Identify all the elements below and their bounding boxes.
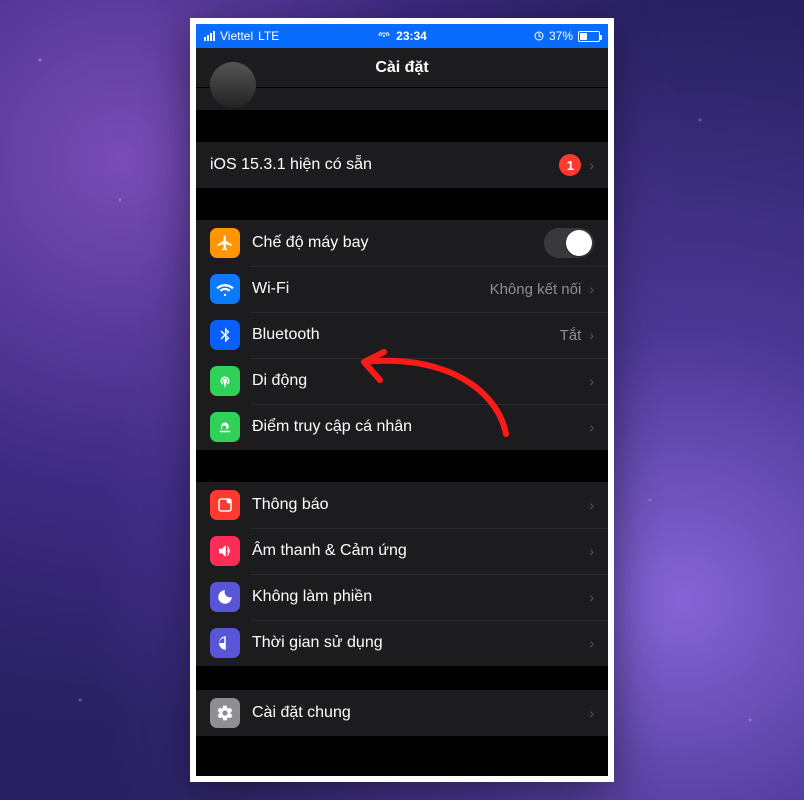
account-row[interactable]	[196, 88, 608, 110]
chevron-icon: ›	[589, 635, 594, 651]
row-general[interactable]: Cài đặt chung ›	[196, 690, 608, 736]
general-label: Cài đặt chung	[252, 704, 589, 722]
update-badge: 1	[559, 154, 581, 176]
cellular-icon	[210, 366, 240, 396]
sounds-label: Âm thanh & Cảm ứng	[252, 542, 589, 560]
row-notifications[interactable]: Thông báo ›	[196, 482, 608, 528]
bluetooth-value: Tắt	[560, 327, 582, 344]
row-bluetooth[interactable]: Bluetooth Tắt ›	[196, 312, 608, 358]
battery-percent: 37%	[549, 29, 573, 43]
row-cellular[interactable]: Di động ›	[196, 358, 608, 404]
row-hotspot[interactable]: Điểm truy cập cá nhân ›	[196, 404, 608, 450]
hotspot-icon	[210, 412, 240, 442]
sounds-icon	[210, 536, 240, 566]
chevron-icon: ›	[589, 327, 594, 343]
chevron-icon: ›	[589, 157, 594, 173]
row-sounds[interactable]: Âm thanh & Cảm ứng ›	[196, 528, 608, 574]
chevron-icon: ›	[589, 281, 594, 297]
screentime-icon	[210, 628, 240, 658]
chevron-icon: ›	[589, 543, 594, 559]
airplane-toggle[interactable]	[544, 228, 594, 258]
wifi-icon	[210, 274, 240, 304]
page-title: Cài đặt	[196, 48, 608, 88]
signal-icon	[204, 31, 215, 41]
chevron-icon: ›	[589, 419, 594, 435]
general-icon	[210, 698, 240, 728]
group-alerts: Thông báo › Âm thanh & Cảm ứng › Không l…	[196, 482, 608, 666]
row-dnd[interactable]: Không làm phiền ›	[196, 574, 608, 620]
wifi-label: Wi-Fi	[252, 280, 490, 298]
group-update: iOS 15.3.1 hiện có sẵn 1 ›	[196, 142, 608, 188]
screentime-label: Thời gian sử dụng	[252, 634, 589, 652]
chevron-icon: ›	[589, 373, 594, 389]
dnd-label: Không làm phiền	[252, 588, 589, 606]
phone-frame: Viettel LTE 23:34 37% Cài đặt iO	[190, 18, 614, 782]
row-airplane-mode[interactable]: Chế độ máy bay	[196, 220, 608, 266]
group-general: Cài đặt chung ›	[196, 690, 608, 736]
chevron-icon: ›	[589, 589, 594, 605]
bluetooth-icon	[210, 320, 240, 350]
update-label: iOS 15.3.1 hiện có sẵn	[210, 156, 559, 174]
hotspot-label: Điểm truy cập cá nhân	[252, 418, 589, 436]
group-network: Chế độ máy bay Wi-Fi Không kết nối › Blu…	[196, 220, 608, 450]
bluetooth-label: Bluetooth	[252, 326, 560, 344]
cellular-label: Di động	[252, 372, 589, 390]
screen: Viettel LTE 23:34 37% Cài đặt iO	[196, 24, 608, 776]
dnd-icon	[210, 582, 240, 612]
notifications-label: Thông báo	[252, 496, 589, 514]
network-label: LTE	[258, 29, 279, 43]
row-screentime[interactable]: Thời gian sử dụng ›	[196, 620, 608, 666]
chevron-icon: ›	[589, 497, 594, 513]
airplane-label: Chế độ máy bay	[252, 234, 544, 252]
row-wifi[interactable]: Wi-Fi Không kết nối ›	[196, 266, 608, 312]
avatar	[210, 62, 256, 108]
row-software-update[interactable]: iOS 15.3.1 hiện có sẵn 1 ›	[196, 142, 608, 188]
wifi-value: Không kết nối	[490, 281, 582, 298]
hotspot-status-icon	[377, 32, 391, 40]
status-bar: Viettel LTE 23:34 37%	[196, 24, 608, 48]
carrier-label: Viettel	[220, 29, 253, 43]
time-label: 23:34	[396, 29, 427, 43]
notifications-icon	[210, 490, 240, 520]
lock-orientation-icon	[534, 30, 544, 42]
airplane-icon	[210, 228, 240, 258]
chevron-icon: ›	[589, 705, 594, 721]
battery-icon	[578, 31, 600, 42]
